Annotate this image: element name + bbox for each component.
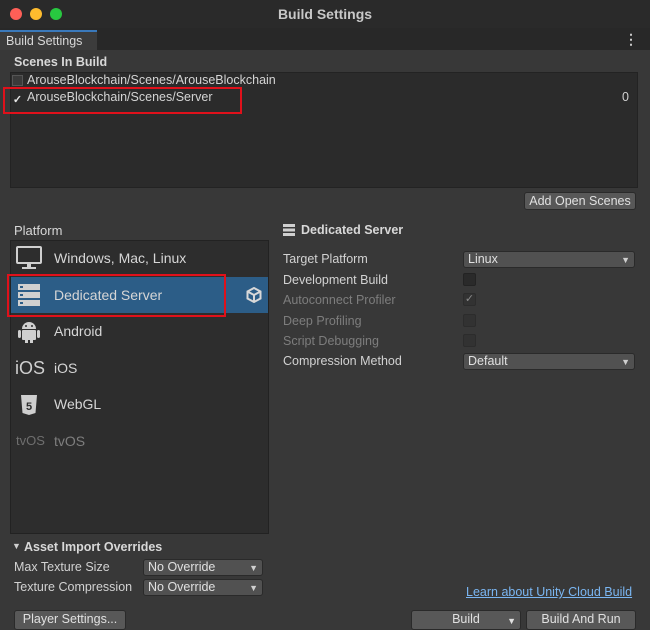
highlight-box — [3, 87, 242, 114]
scene-path: ArouseBlockchain/Scenes/ArouseBlockchain — [27, 73, 276, 87]
development-build-checkbox[interactable] — [463, 273, 476, 286]
html5-icon: 5 — [21, 395, 37, 415]
max-texture-size-label: Max Texture Size — [14, 560, 110, 574]
foldout-arrow-icon[interactable]: ▼ — [12, 541, 21, 551]
build-button[interactable]: Build ▼ — [411, 610, 521, 630]
scenes-header: Scenes In Build — [14, 55, 108, 69]
learn-cloud-build-link[interactable]: Learn about Unity Cloud Build — [466, 585, 632, 599]
compression-method-label: Compression Method — [283, 354, 402, 368]
compression-method-dropdown[interactable]: Default ▼ — [463, 353, 635, 370]
scene-index: 0 — [622, 90, 629, 104]
chevron-down-icon[interactable]: ▼ — [507, 613, 516, 629]
deep-profiling-checkbox[interactable] — [463, 314, 476, 327]
chevron-down-icon: ▼ — [621, 255, 630, 265]
asset-import-header[interactable]: Asset Import Overrides — [24, 540, 162, 554]
script-debugging-checkbox[interactable] — [463, 334, 476, 347]
html5-icon-text: 5 — [26, 401, 32, 413]
more-options-icon[interactable]: ⋮ — [624, 31, 638, 48]
script-debugging-label: Script Debugging — [283, 334, 379, 348]
build-button-label: Build — [452, 612, 480, 626]
autoconnect-profiler-label: Autoconnect Profiler — [283, 293, 396, 307]
texture-compression-dropdown[interactable]: No Override ▼ — [143, 579, 263, 596]
add-open-scenes-button[interactable]: Add Open Scenes — [524, 192, 636, 210]
platform-label: tvOS — [54, 433, 86, 449]
target-platform-label: Target Platform — [283, 252, 368, 266]
android-icon — [18, 322, 40, 343]
tab-build-settings[interactable]: Build Settings — [0, 30, 97, 50]
platform-label: WebGL — [54, 396, 102, 412]
platform-label: Android — [54, 323, 103, 339]
chevron-down-icon: ▼ — [249, 563, 258, 573]
platform-label: iOS — [54, 360, 78, 376]
chevron-down-icon: ▼ — [621, 357, 630, 367]
build-and-run-button[interactable]: Build And Run — [526, 610, 636, 630]
player-settings-button[interactable]: Player Settings... — [14, 610, 126, 630]
platform-item-android[interactable]: Android — [11, 313, 268, 349]
development-build-label: Development Build — [283, 273, 388, 287]
deep-profiling-label: Deep Profiling — [283, 314, 362, 328]
dropdown-value: No Override — [148, 560, 216, 574]
texture-compression-label: Texture Compression — [14, 580, 133, 594]
unity-logo-icon — [246, 287, 262, 303]
highlight-box — [7, 274, 226, 317]
autoconnect-profiler-checkbox[interactable]: ✓ — [463, 293, 476, 306]
platform-item-windows-mac-linux[interactable]: Windows, Mac, Linux — [11, 240, 268, 276]
tvos-icon: tvOS — [16, 433, 45, 448]
window-title: Build Settings — [277, 6, 373, 22]
platform-header: Platform — [14, 223, 63, 238]
platform-item-tvos[interactable]: tvOS tvOS — [11, 423, 268, 459]
ios-icon: iOS — [15, 358, 46, 378]
scene-checkbox[interactable] — [12, 75, 23, 86]
monitor-icon — [16, 246, 42, 269]
chevron-down-icon: ▼ — [249, 583, 258, 593]
platform-item-ios[interactable]: iOS iOS — [11, 350, 268, 386]
server-icon — [283, 224, 295, 236]
platform-label: Windows, Mac, Linux — [54, 250, 187, 266]
target-platform-dropdown[interactable]: Linux ▼ — [463, 251, 635, 268]
settings-title: Dedicated Server — [301, 223, 404, 237]
dropdown-value: No Override — [148, 580, 216, 594]
dropdown-value: Default — [468, 354, 508, 368]
max-texture-size-dropdown[interactable]: No Override ▼ — [143, 559, 263, 576]
dropdown-value: Linux — [468, 252, 498, 266]
tab-bar — [0, 28, 650, 50]
platform-item-webgl[interactable]: 5 WebGL — [11, 386, 268, 422]
